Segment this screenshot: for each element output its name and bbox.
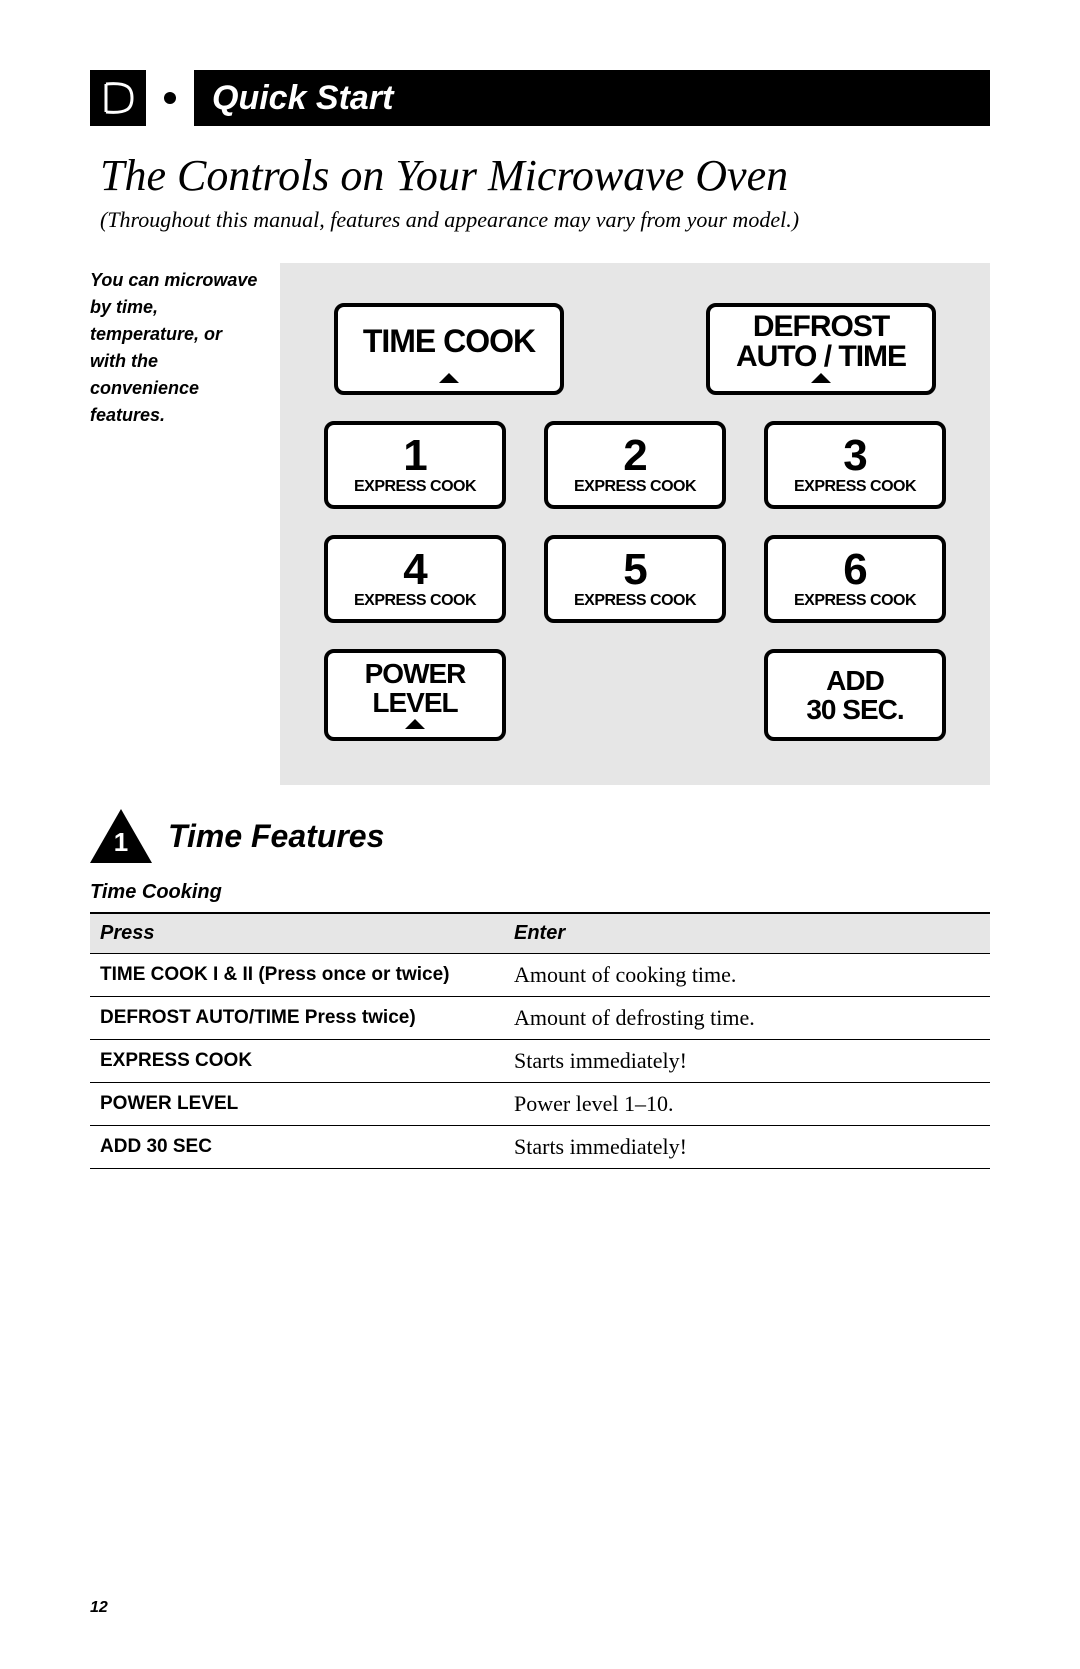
spacer [544, 649, 726, 741]
page-title: The Controls on Your Microwave Oven [100, 150, 990, 201]
table-row: EXPRESS COOK Starts immediately! [90, 1040, 990, 1083]
button-label: TIME COOK [363, 325, 535, 359]
cell-enter: Starts immediately! [504, 1040, 990, 1083]
button-label-line1: DEFROST [753, 312, 889, 342]
content-row: You can microwave by time, temperature, … [90, 263, 990, 785]
keypad-6-button[interactable]: 6 EXPRESS COOK [764, 535, 946, 623]
defrost-button[interactable]: DEFROST AUTO / TIME [706, 303, 936, 395]
keypad-sublabel: EXPRESS COOK [354, 478, 476, 496]
keypad-5-button[interactable]: 5 EXPRESS COOK [544, 535, 726, 623]
power-level-button[interactable]: POWER LEVEL [324, 649, 506, 741]
add-30-sec-button[interactable]: ADD 30 SEC. [764, 649, 946, 741]
keypad-sublabel: EXPRESS COOK [574, 592, 696, 610]
keypad-sublabel: EXPRESS COOK [794, 592, 916, 610]
cell-press: TIME COOK I & II (Press once or twice) [90, 954, 504, 997]
button-label-line2: LEVEL [372, 688, 457, 717]
keypad-number: 4 [403, 548, 426, 592]
table-row: TIME COOK I & II (Press once or twice) A… [90, 954, 990, 997]
table-row: DEFROST AUTO/TIME Press twice) Amount of… [90, 997, 990, 1040]
table-row: ADD 30 SEC Starts immediately! [90, 1126, 990, 1169]
microwave-door-icon [90, 70, 146, 126]
time-features-table: Press Enter TIME COOK I & II (Press once… [90, 912, 990, 1169]
cell-enter: Power level 1–10. [504, 1083, 990, 1126]
column-header-enter: Enter [504, 913, 990, 954]
time-cook-button[interactable]: TIME COOK [334, 303, 564, 395]
side-note: You can microwave by time, temperature, … [90, 263, 258, 429]
section-title: Time Features [168, 818, 384, 855]
page-number: 12 [90, 1599, 108, 1617]
keypad-number: 3 [843, 434, 866, 478]
keypad-number: 1 [403, 434, 426, 478]
cell-enter: Amount of cooking time. [504, 954, 990, 997]
keypad-number: 6 [843, 548, 866, 592]
cell-press: ADD 30 SEC [90, 1126, 504, 1169]
keypad-1-button[interactable]: 1 EXPRESS COOK [324, 421, 506, 509]
cell-press: POWER LEVEL [90, 1083, 504, 1126]
keypad-sublabel: EXPRESS COOK [574, 478, 696, 496]
cell-press: DEFROST AUTO/TIME Press twice) [90, 997, 504, 1040]
table-row: POWER LEVEL Power level 1–10. [90, 1083, 990, 1126]
keypad-3-button[interactable]: 3 EXPRESS COOK [764, 421, 946, 509]
table-subhead: Time Cooking [90, 881, 990, 904]
keypad-2-button[interactable]: 2 EXPRESS COOK [544, 421, 726, 509]
keypad-number: 5 [623, 548, 646, 592]
button-label-line2: AUTO / TIME [736, 342, 906, 372]
header-bar: Quick Start [90, 70, 990, 126]
button-label-line1: ADD [826, 666, 884, 695]
button-label-line1: POWER [365, 659, 466, 688]
button-label-line2: 30 SEC. [806, 695, 903, 724]
section-marker: 1 Time Features [90, 809, 990, 863]
keypad-sublabel: EXPRESS COOK [794, 478, 916, 496]
page-subtitle: (Throughout this manual, features and ap… [100, 207, 990, 233]
cell-enter: Starts immediately! [504, 1126, 990, 1169]
column-header-press: Press [90, 913, 504, 954]
dot-icon [164, 92, 176, 104]
keypad-4-button[interactable]: 4 EXPRESS COOK [324, 535, 506, 623]
control-panel: TIME COOK DEFROST AUTO / TIME 1 EXPRESS … [280, 263, 990, 785]
cell-enter: Amount of defrosting time. [504, 997, 990, 1040]
section-number-triangle-icon: 1 [90, 809, 152, 863]
keypad-number: 2 [623, 434, 646, 478]
cell-press: EXPRESS COOK [90, 1040, 504, 1083]
section-number: 1 [90, 827, 152, 858]
page-section-title: Quick Start [194, 70, 990, 126]
keypad-sublabel: EXPRESS COOK [354, 592, 476, 610]
